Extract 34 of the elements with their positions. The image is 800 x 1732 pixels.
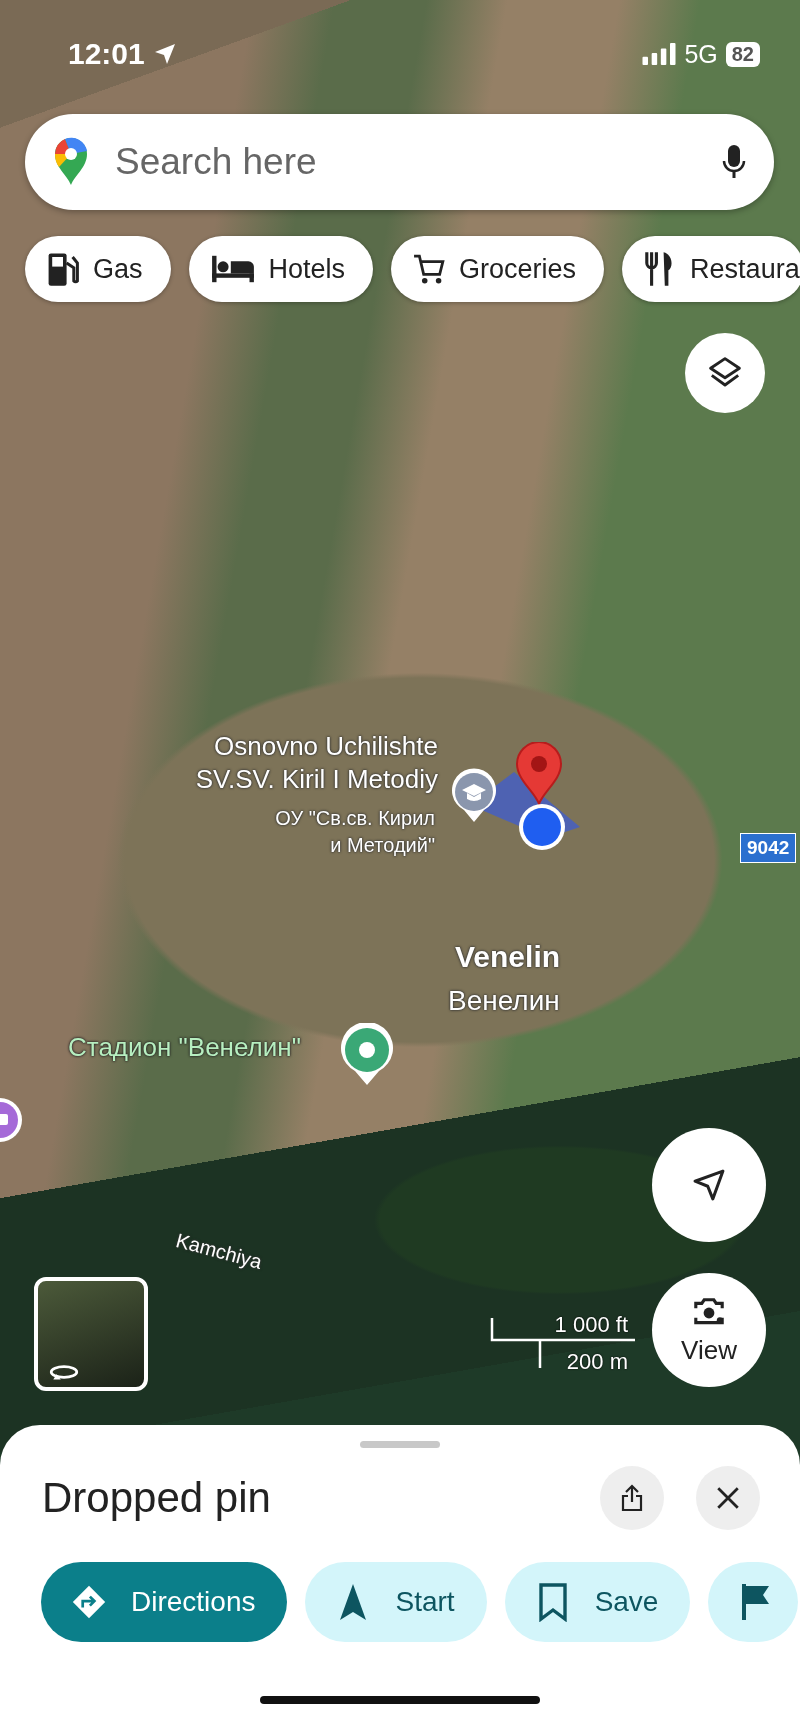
camera-pin-icon xyxy=(0,1098,24,1142)
category-chip[interactable]: Groceries xyxy=(391,236,605,302)
fuel-pump-icon xyxy=(47,251,79,287)
start-button[interactable]: Start xyxy=(305,1562,487,1642)
current-location-dot-icon xyxy=(517,802,567,852)
place-label: ОУ "Св.св. Кирил и Методий" xyxy=(275,806,435,858)
category-chip[interactable]: Gas xyxy=(25,236,171,302)
category-chip[interactable]: Restaura xyxy=(622,236,800,302)
school-pin-icon xyxy=(450,768,498,824)
road-number-badge: 9042 xyxy=(740,833,797,863)
share-icon xyxy=(619,1484,645,1512)
dropped-pin-icon xyxy=(515,742,563,806)
status-time: 12:01 xyxy=(68,37,145,71)
search-input[interactable]: Search here xyxy=(113,140,722,184)
category-chip[interactable]: Hotels xyxy=(188,236,374,302)
street-view-thumbnail[interactable] xyxy=(34,1277,148,1391)
place-label: Стадион "Венелин" xyxy=(68,1032,301,1063)
signal-icon xyxy=(642,43,677,65)
bed-icon xyxy=(210,254,255,284)
microphone-icon[interactable] xyxy=(722,144,746,180)
search-field[interactable]: Search here xyxy=(25,114,774,210)
scale-label: 1 000 ft xyxy=(554,1312,628,1338)
drag-handle[interactable] xyxy=(360,1441,440,1448)
directions-button[interactable]: Directions xyxy=(41,1562,288,1642)
place-label: Osnovno Uchilishte SV.SV. Kiril I Metodiy xyxy=(195,730,438,795)
place-pin-icon xyxy=(339,1023,395,1087)
place-title: Dropped pin xyxy=(42,1474,272,1522)
scale-label: 200 m xyxy=(566,1349,628,1375)
town-label: Венелин xyxy=(448,985,560,1017)
network-type: 5G xyxy=(684,39,718,69)
map-pin-logo-icon xyxy=(53,137,89,187)
rotate-icon xyxy=(48,1363,80,1381)
save-button[interactable]: Save xyxy=(504,1562,691,1642)
town-label: Venelin xyxy=(455,940,561,974)
